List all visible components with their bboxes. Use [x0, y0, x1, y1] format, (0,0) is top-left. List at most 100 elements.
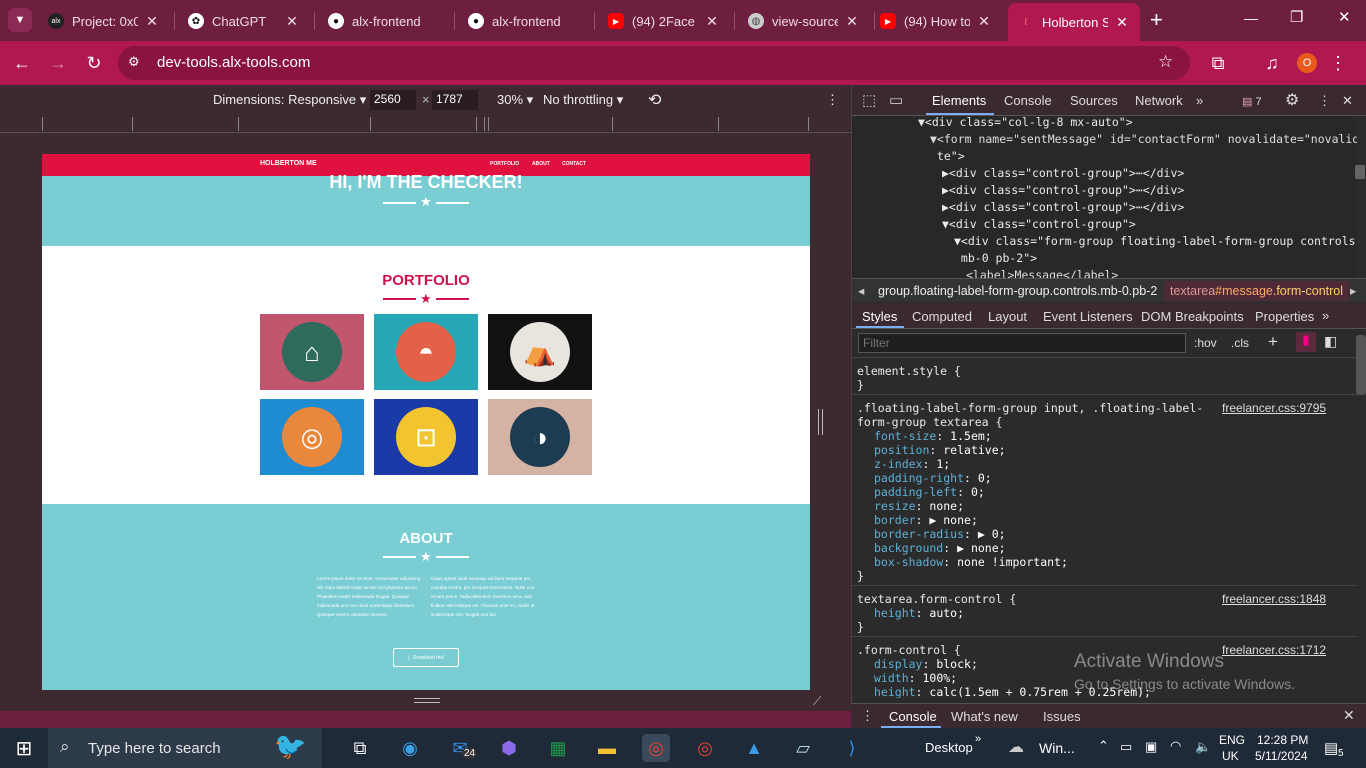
- device-toggle-icon[interactable]: ▭: [889, 91, 903, 109]
- css-declaration[interactable]: z-index: 1;: [874, 457, 950, 471]
- tab-network[interactable]: Network: [1135, 93, 1183, 108]
- tab-1[interactable]: ✿ ChatGPT ✕: [178, 6, 310, 36]
- site-brand[interactable]: HOLBERTON ME: [260, 160, 317, 167]
- dom-line[interactable]: ▶<div class="control-group">⋯</div>: [942, 199, 1184, 216]
- camera-icon[interactable]: ▣: [1145, 739, 1157, 755]
- desktop-toolbar-label[interactable]: Desktop: [925, 740, 973, 755]
- css-property[interactable]: display: [874, 657, 922, 671]
- tab-7-active[interactable]: ℓHolberton Sc✕: [1008, 3, 1140, 41]
- dom-scrollbar[interactable]: [1355, 165, 1365, 179]
- vscode-icon[interactable]: ⟩: [838, 734, 866, 762]
- tab-elements[interactable]: Elements: [932, 93, 986, 108]
- css-value[interactable]: ▶ none;: [929, 513, 977, 527]
- photos-icon[interactable]: ▲: [740, 734, 768, 762]
- css-property[interactable]: border-radius: [874, 527, 964, 541]
- throttling-select[interactable]: No throttling ▾: [543, 92, 623, 108]
- file-explorer-icon[interactable]: ▬: [593, 734, 621, 762]
- css-value[interactable]: 0;: [971, 485, 985, 499]
- drawer-tab-console[interactable]: Console: [889, 709, 937, 724]
- battery-icon[interactable]: ▭: [1120, 739, 1132, 755]
- resize-handle-bottom[interactable]: [414, 698, 440, 703]
- drawer-tab-issues[interactable]: Issues: [1043, 709, 1081, 724]
- scroll-left-icon[interactable]: ◂: [858, 283, 864, 298]
- window-close-button[interactable]: ✕: [1338, 8, 1351, 26]
- css-property[interactable]: width: [874, 671, 909, 685]
- tab-3[interactable]: ● alx-frontend: [458, 6, 590, 36]
- reload-button[interactable]: ↻: [81, 50, 107, 76]
- portfolio-item-cake[interactable]: ◓: [374, 314, 478, 390]
- close-icon[interactable]: ✕: [284, 13, 300, 30]
- close-icon[interactable]: ✕: [1114, 14, 1130, 31]
- dom-line[interactable]: ▶<div class="control-group">⋯</div>: [942, 165, 1184, 182]
- css-source-link[interactable]: freelancer.css:1848: [1222, 592, 1326, 606]
- task-view-icon[interactable]: ⧉: [346, 734, 374, 762]
- edge-icon[interactable]: ◉: [396, 734, 424, 762]
- new-tab-button[interactable]: +: [1150, 8, 1163, 32]
- paint-brush-icon[interactable]: ▮: [1296, 332, 1316, 352]
- close-icon[interactable]: ✕: [1343, 707, 1355, 724]
- css-declaration[interactable]: resize: none;: [874, 499, 964, 513]
- tab-4[interactable]: ▶ (94) 2Face - ✕: [598, 6, 730, 36]
- scroll-right-icon[interactable]: ▸: [1350, 283, 1356, 298]
- drawer-menu-icon[interactable]: ⋮: [861, 708, 874, 724]
- notepad-icon[interactable]: ▱: [789, 734, 817, 762]
- media-button[interactable]: ♫: [1259, 50, 1285, 76]
- nav-about[interactable]: ABOUT: [532, 161, 550, 167]
- dom-line[interactable]: ▼<form name="sentMessage" id="contactFor…: [930, 131, 1357, 148]
- css-declaration[interactable]: position: relative;: [874, 443, 1006, 457]
- resize-handle-right[interactable]: [818, 409, 823, 435]
- tab-dom-breakpoints[interactable]: DOM Breakpoints: [1141, 309, 1244, 324]
- css-property[interactable]: z-index: [874, 457, 922, 471]
- css-declaration[interactable]: box-shadow: none !important;: [874, 555, 1068, 569]
- restore-button[interactable]: ❐: [1290, 8, 1303, 26]
- dom-line[interactable]: ▶<div class="control-group">⋯</div>: [942, 182, 1184, 199]
- css-source-link[interactable]: freelancer.css:1712: [1222, 643, 1326, 657]
- css-value[interactable]: 1.5em;: [950, 429, 992, 443]
- dom-line[interactable]: <label>Message</label>: [966, 267, 1118, 278]
- nav-portfolio[interactable]: PORTFOLIO: [490, 161, 519, 167]
- dimensions-select[interactable]: Dimensions: Responsive ▾: [213, 92, 366, 108]
- language-region[interactable]: UK: [1222, 749, 1239, 763]
- issues-counter[interactable]: ▤ 7: [1242, 95, 1262, 108]
- dom-line[interactable]: ▼<div class="form-group floating-label-f…: [954, 233, 1356, 250]
- css-value[interactable]: auto;: [929, 606, 964, 620]
- menu-button[interactable]: ⋮: [1325, 50, 1351, 76]
- windows-start-icon[interactable]: ⊞: [10, 734, 38, 762]
- clock-time[interactable]: 12:28 PM: [1257, 733, 1308, 747]
- cls-toggle[interactable]: .cls: [1231, 336, 1249, 350]
- portfolio-item-cabin[interactable]: ⌂: [260, 314, 364, 390]
- css-property[interactable]: padding-right: [874, 471, 964, 485]
- url-text[interactable]: dev-tools.alx-tools.com: [157, 54, 310, 71]
- css-value[interactable]: 100%;: [922, 671, 957, 685]
- css-value[interactable]: relative;: [943, 443, 1005, 457]
- language-code[interactable]: ENG: [1219, 733, 1245, 747]
- css-source-link[interactable]: freelancer.css:9795: [1222, 401, 1326, 415]
- copilot-icon[interactable]: ⬢: [495, 734, 523, 762]
- portfolio-item-game[interactable]: ◎: [260, 399, 364, 475]
- dom-line[interactable]: mb-0 pb-2">: [954, 250, 1037, 267]
- more-tabs-icon[interactable]: »: [1322, 308, 1329, 323]
- chrome-profile-icon[interactable]: ◎: [691, 734, 719, 762]
- taskbar-search[interactable]: ⌕ Type here to search 🐦: [48, 728, 322, 768]
- css-selector[interactable]: .floating-label-form-group input, .float…: [857, 401, 1203, 415]
- tab-styles[interactable]: Styles: [862, 309, 897, 324]
- zoom-select[interactable]: 30% ▾: [497, 92, 533, 108]
- dom-line[interactable]: te">: [930, 148, 965, 165]
- clock-date[interactable]: 5/11/2024: [1255, 749, 1308, 763]
- chevron-right-icon[interactable]: »: [975, 733, 981, 745]
- address-bar[interactable]: ⚙ dev-tools.alx-tools.com ☆: [118, 46, 1190, 80]
- plus-icon[interactable]: +: [1268, 332, 1278, 352]
- download-button[interactable]: ⤓ Download me!: [393, 648, 459, 667]
- rotate-icon[interactable]: ⟲: [648, 90, 661, 110]
- css-property[interactable]: box-shadow: [874, 555, 943, 569]
- tab-6[interactable]: ▶ (94) How to ✕: [870, 6, 1002, 36]
- tab-layout[interactable]: Layout: [988, 309, 1027, 324]
- css-property[interactable]: padding-left: [874, 485, 957, 499]
- css-declaration[interactable]: padding-right: 0;: [874, 471, 992, 485]
- close-icon[interactable]: ✕: [704, 13, 720, 30]
- css-property[interactable]: position: [874, 443, 929, 457]
- kebab-menu-icon[interactable]: ⋮: [826, 92, 839, 108]
- more-tabs-icon[interactable]: »: [1196, 93, 1203, 108]
- css-value[interactable]: none !important;: [957, 555, 1068, 569]
- drawer-tab-whats-new[interactable]: What's new: [951, 709, 1018, 724]
